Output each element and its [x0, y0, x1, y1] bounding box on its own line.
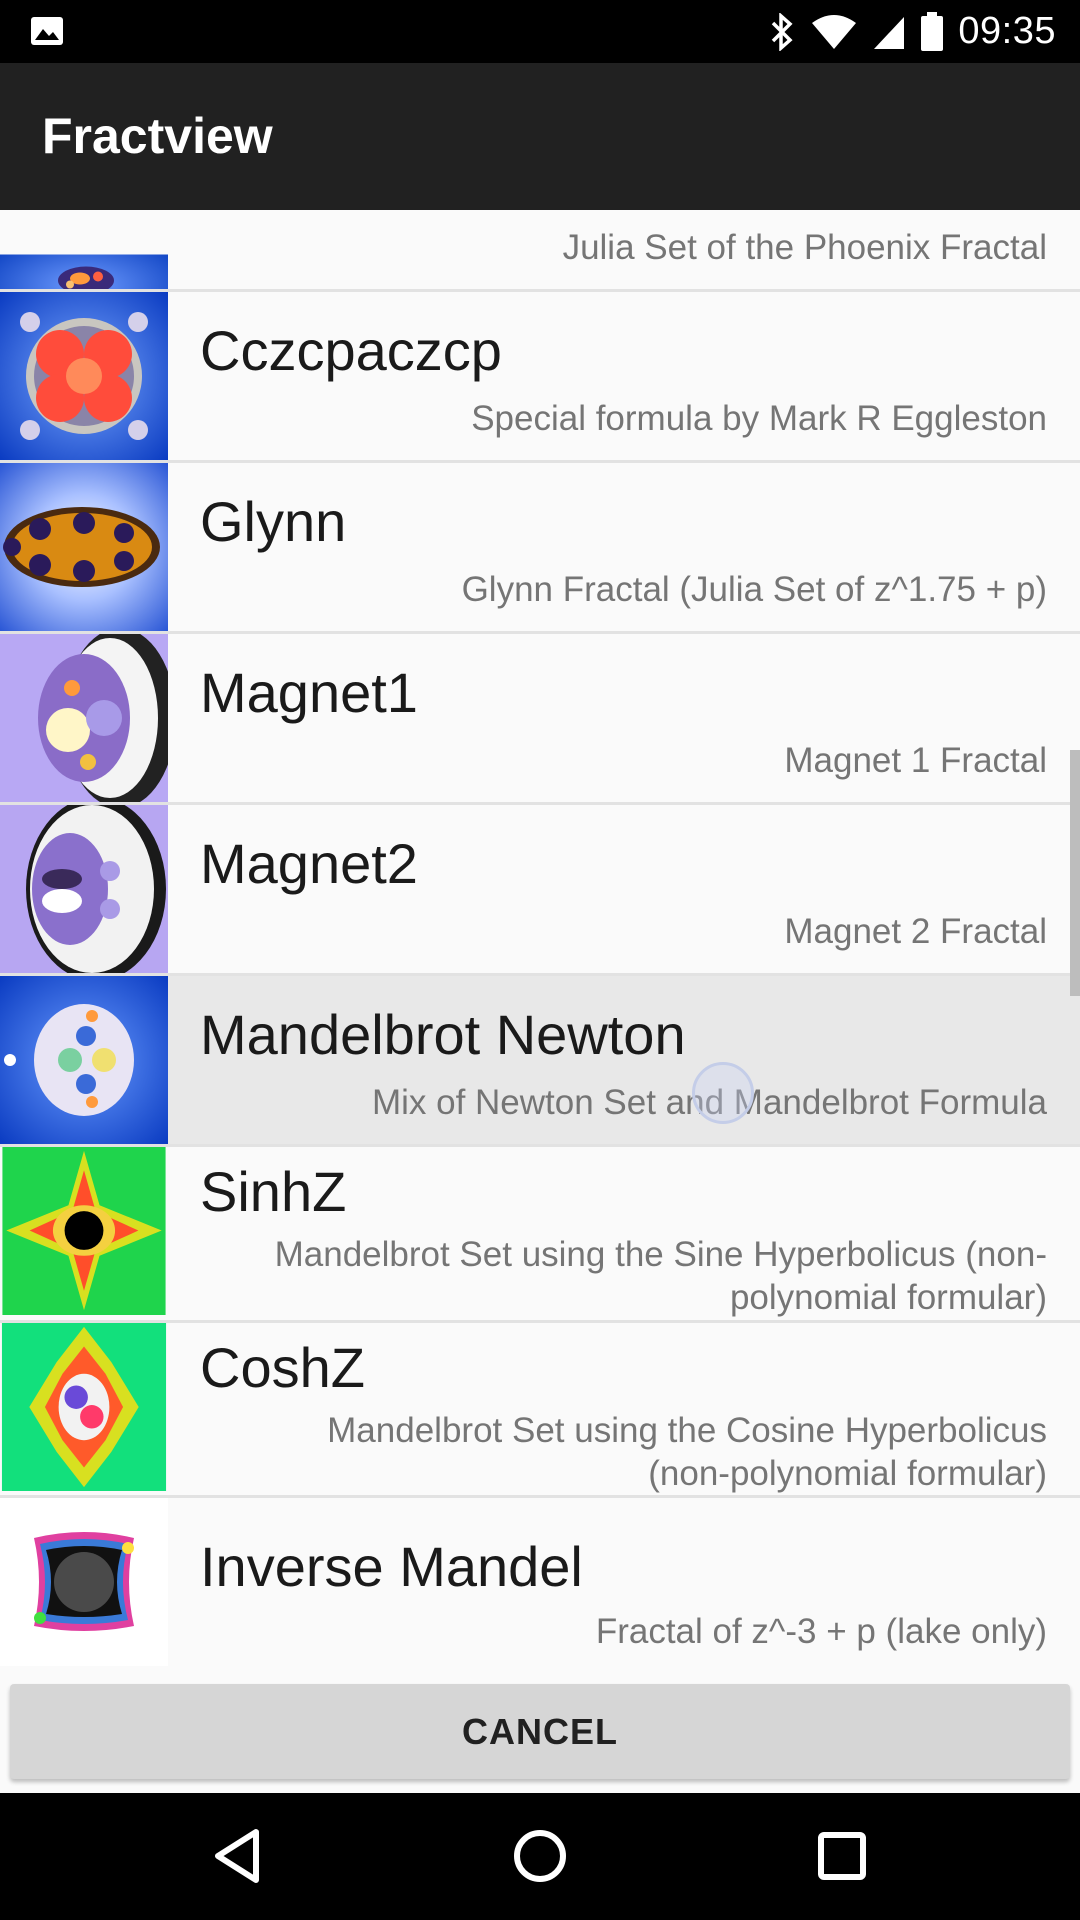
list-item-subtitle: Magnet 1 Fractal: [784, 741, 1047, 780]
list-item-title: Inverse Mandel: [200, 1535, 583, 1598]
fractal-thumbnail-icon: [0, 976, 168, 1144]
list-item-subtitle-line: polynomial formular): [729, 1278, 1047, 1317]
cell-signal-icon: [874, 16, 905, 49]
list-item-title: Mandelbrot Newton: [200, 1003, 686, 1066]
list-item-subtitle-line: Mandelbrot Set using the Cosine Hyperbol…: [327, 1411, 1047, 1450]
glynn-thumbnail: [0, 463, 168, 631]
app-bar: Fractview: [0, 63, 1080, 210]
mandelbrot-newton-thumbnail: [0, 976, 168, 1144]
dialog-footer: CANCEL: [0, 1666, 1080, 1793]
cancel-button[interactable]: CANCEL: [10, 1684, 1070, 1779]
fractal-thumbnail-icon: [2, 1147, 166, 1315]
fractal-thumbnail-icon: [0, 634, 168, 802]
list-item-title: Magnet2: [200, 832, 418, 895]
fractal-list[interactable]: Julia Set of the Phoenix Fractal Cczcpac…: [0, 210, 1080, 1666]
list-item-title: CoshZ: [200, 1336, 365, 1399]
list-item-sinhz[interactable]: SinhZ Mandelbrot Set using the Sine Hype…: [0, 1147, 1080, 1323]
home-icon[interactable]: [510, 1826, 570, 1886]
list-item-subtitle: Mandelbrot Set using the Sine Hyperbolic…: [275, 1233, 1047, 1319]
list-item-title: Cczcpaczcp: [200, 319, 502, 382]
list-item-magnet2[interactable]: Magnet2 Magnet 2 Fractal: [0, 805, 1080, 976]
list-item-phoenix-julia[interactable]: Julia Set of the Phoenix Fractal: [0, 210, 1080, 292]
list-item-subtitle: Magnet 2 Fractal: [784, 912, 1047, 951]
list-item-title: Magnet1: [200, 661, 418, 724]
list-item-glynn[interactable]: Glynn Glynn Fractal (Julia Set of z^1.75…: [0, 463, 1080, 634]
battery-icon: [921, 11, 944, 51]
image-icon: [31, 17, 63, 45]
list-item-title: SinhZ: [200, 1160, 347, 1223]
list-item-subtitle: Julia Set of the Phoenix Fractal: [562, 228, 1047, 267]
fractal-thumbnail-icon: [0, 254, 168, 289]
list-item-magnet1[interactable]: Magnet1 Magnet 1 Fractal: [0, 634, 1080, 805]
list-item-title: Glynn: [200, 490, 347, 553]
list-item-cczcpaczcp[interactable]: Cczcpaczcp Special formula by Mark R Egg…: [0, 292, 1080, 463]
fractal-thumbnail-icon: [1, 1323, 167, 1491]
list-item-subtitle-line: Mandelbrot Set using the Sine Hyperbolic…: [274, 1235, 1047, 1274]
bluetooth-icon: [772, 12, 793, 51]
phoenix-julia-thumbnail: [0, 210, 168, 289]
magnet1-thumbnail: [0, 634, 168, 802]
fractal-thumbnail-icon: [0, 1498, 168, 1666]
fractal-thumbnail-icon: [0, 292, 168, 460]
wifi-icon: [812, 14, 857, 49]
list-item-subtitle-line: (non-polynomial formular): [648, 1454, 1047, 1493]
magnet2-thumbnail: [0, 805, 168, 973]
sinhz-thumbnail: [0, 1147, 168, 1320]
list-item-inverse-mandel[interactable]: Inverse Mandel Fractal of z^-3 + p (lake…: [0, 1498, 1080, 1666]
recents-icon[interactable]: [812, 1826, 872, 1886]
cczcpaczcp-thumbnail: [0, 292, 168, 460]
list-item-mandelbrot-newton[interactable]: Mandelbrot Newton Mix of Newton Set and …: [0, 976, 1080, 1147]
back-icon[interactable]: [208, 1826, 268, 1886]
list-scrollbar[interactable]: [1070, 750, 1080, 996]
list-item-subtitle: Mandelbrot Set using the Cosine Hyperbol…: [327, 1409, 1047, 1495]
list-item-subtitle: Special formula by Mark R Eggleston: [471, 399, 1047, 438]
navigation-bar: [0, 1793, 1080, 1920]
fractal-thumbnail-icon: [0, 463, 168, 631]
inverse-mandel-thumbnail: [0, 1498, 168, 1666]
status-time: 09:35: [958, 10, 1056, 52]
fractal-thumbnail-icon: [0, 805, 168, 973]
list-item-subtitle: Glynn Fractal (Julia Set of z^1.75 + p): [461, 570, 1047, 609]
touch-ripple: [692, 1062, 754, 1124]
status-bar: 09:35: [0, 0, 1080, 63]
list-item-subtitle: Fractal of z^-3 + p (lake only): [595, 1612, 1047, 1651]
list-item-coshz[interactable]: CoshZ Mandelbrot Set using the Cosine Hy…: [0, 1323, 1080, 1498]
coshz-thumbnail: [0, 1323, 168, 1495]
app-title: Fractview: [42, 108, 273, 164]
